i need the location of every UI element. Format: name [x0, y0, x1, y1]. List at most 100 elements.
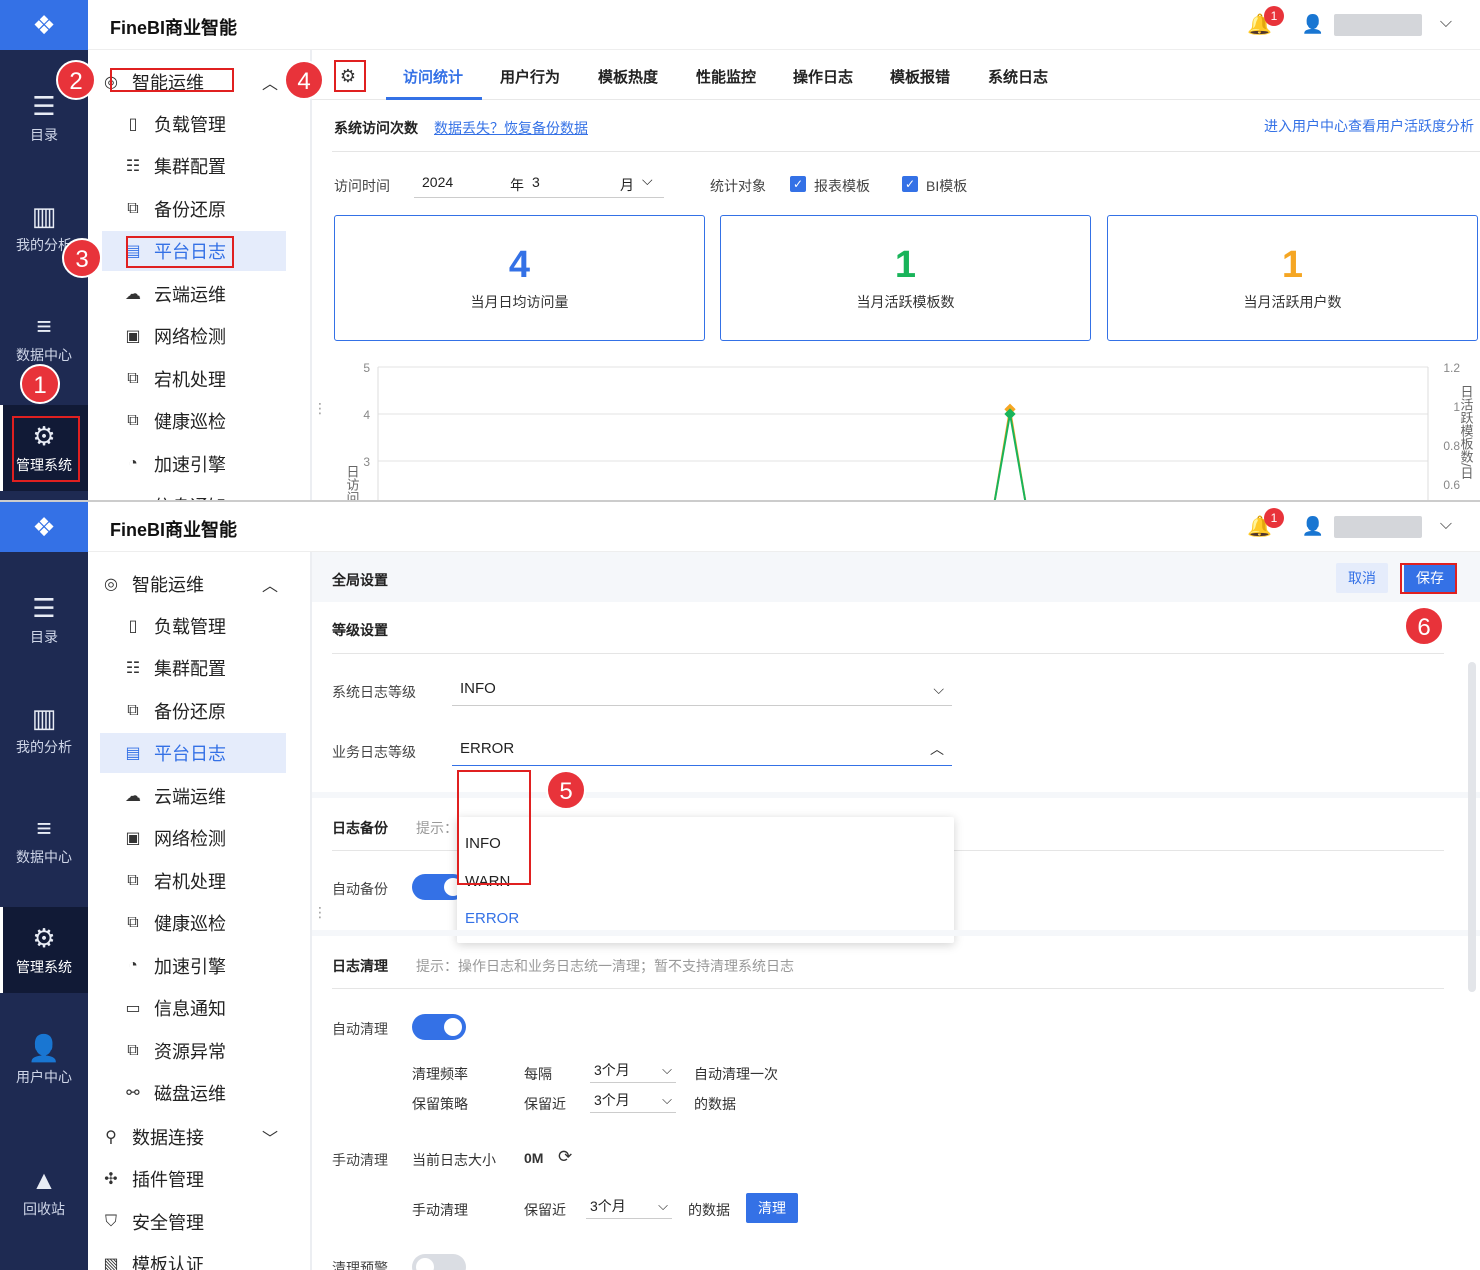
tab-operation-log[interactable]: 操作日志: [793, 66, 853, 87]
keep-select[interactable]: 3个月 ⌵: [590, 1087, 676, 1113]
year-value: 2024: [422, 174, 454, 190]
menu-label: 数据连接: [132, 1128, 204, 1148]
refresh-icon[interactable]: ⟳: [558, 1147, 572, 1167]
menu-label: 智能运维: [132, 73, 204, 93]
chevron-up-icon: ︿: [930, 741, 944, 757]
checkbox-bi[interactable]: ✓: [902, 176, 918, 192]
manual-keep-value: 3个月: [590, 1198, 626, 1214]
menu-item[interactable]: ▣ 网络检测: [122, 818, 286, 858]
menu-item[interactable]: ▭信息通知: [122, 988, 286, 1028]
menu-item[interactable]: ◔ 加速引擎: [122, 946, 286, 986]
keep-recent-label: 保留近: [524, 1096, 566, 1112]
menu-item[interactable]: ⧉ 备份还原: [122, 691, 286, 731]
menu-item[interactable]: ▯ 负载管理: [122, 104, 286, 144]
menu-item[interactable]: ⧉ 健康巡检: [122, 903, 286, 943]
save-button[interactable]: 保存: [1404, 563, 1456, 593]
menu-item[interactable]: ⧉ 宕机处理: [122, 359, 286, 399]
manual-keep-select[interactable]: 3个月 ⌵: [586, 1193, 672, 1219]
menu-item[interactable]: ▣ 网络检测: [122, 316, 286, 356]
tab-user-behavior[interactable]: 用户行为: [500, 66, 560, 87]
top-bar: FineBI商业智能 🔔 1 👤 ⌵: [88, 0, 1480, 50]
rail-item-label: 用户中心: [16, 1069, 72, 1085]
menu-item[interactable]: ⧉ 宕机处理: [122, 861, 286, 901]
cancel-button[interactable]: 取消: [1336, 563, 1388, 593]
tab-template-heat[interactable]: 模板热度: [598, 66, 658, 87]
menu-item[interactable]: ☷ 集群配置: [122, 146, 286, 186]
user-icon: 👤: [27, 1033, 61, 1063]
tab-performance[interactable]: 性能监控: [696, 66, 756, 87]
rail-item-admin[interactable]: ⚙ 管理系统: [0, 405, 88, 491]
menu-label: 平台日志: [154, 744, 226, 764]
stat-label: 当月活跃模板数: [856, 294, 955, 310]
manual-clean-label: 手动清理: [332, 1152, 388, 1168]
date-picker[interactable]: 2024 年 3 月 ⌵: [414, 166, 664, 198]
menu-item[interactable]: ☁ 云端运维: [122, 274, 286, 314]
clean-warning-toggle[interactable]: [412, 1254, 466, 1270]
menu-label: 负载管理: [154, 115, 226, 135]
step-marker: 6: [1404, 606, 1444, 646]
rail-item-user-center[interactable]: 👤 用户中心: [0, 1017, 88, 1103]
step-marker: 4: [284, 60, 324, 100]
menu-item[interactable]: ☷ 集群配置: [122, 648, 286, 688]
catalog-icon: ☰: [32, 593, 56, 623]
scrollbar[interactable]: [1468, 662, 1476, 992]
biz-level-select[interactable]: ERROR ︿: [452, 732, 952, 766]
menu-item-template-auth[interactable]: ▧ 模板认证: [100, 1244, 286, 1270]
restore-link[interactable]: 数据丢失？恢复备份数据: [434, 118, 588, 138]
series-line: [993, 409, 1027, 500]
user-icon[interactable]: 👤: [1302, 14, 1324, 35]
rail-item-admin[interactable]: ⚙ 管理系统: [0, 907, 88, 993]
menu-label: 云端运维: [154, 787, 226, 807]
clean-button[interactable]: 清理: [746, 1193, 798, 1223]
menu-group-ops[interactable]: ◎ 智能运维 ︿: [100, 564, 286, 604]
section-gap: [312, 792, 1480, 798]
settings-gear-icon[interactable]: ⚙: [334, 62, 362, 90]
freq-select[interactable]: 3个月 ⌵: [590, 1057, 676, 1083]
dropdown-option-info[interactable]: INFO: [465, 835, 501, 852]
tab-access-stats[interactable]: 访问统计: [403, 66, 463, 87]
rail-item-data-center[interactable]: ≡ 数据中心: [0, 797, 88, 883]
menu-item[interactable]: ▭信息通知: [122, 486, 286, 500]
backup-tip: 提示：: [416, 820, 458, 836]
app-logo-icon[interactable]: ❖: [0, 502, 88, 552]
backup-section-title: 日志备份: [332, 820, 388, 836]
database-icon: ≡: [36, 311, 52, 341]
chevron-down-icon[interactable]: ⌵: [1440, 516, 1452, 534]
menu-group-ops[interactable]: ◎ 智能运维 ︿: [100, 62, 286, 102]
menu-item-security[interactable]: ⛉ 安全管理: [100, 1202, 286, 1242]
network-icon: ▣: [125, 328, 141, 345]
menu-label: 加速引擎: [154, 455, 226, 475]
menu-item-platform-log[interactable]: ▤ 平台日志: [102, 231, 286, 271]
dropdown-option-warn[interactable]: WARN: [465, 873, 510, 890]
menu-item[interactable]: ◔ 加速引擎: [122, 444, 286, 484]
menu-item-plugins[interactable]: ✣ 插件管理: [100, 1159, 286, 1199]
clean-section-title: 日志清理: [332, 958, 388, 974]
menu-item[interactable]: ⧉ 资源异常: [122, 1031, 286, 1071]
backup-icon: ⧉: [127, 702, 139, 719]
menu-item[interactable]: ⚯ 磁盘运维: [122, 1073, 286, 1113]
tab-system-log[interactable]: 系统日志: [988, 66, 1048, 87]
username-blurred[interactable]: [1334, 14, 1422, 36]
dropdown-option-error[interactable]: ERROR: [465, 910, 519, 927]
sys-level-label: 系统日志等级: [332, 684, 416, 700]
cluster-icon: ☷: [125, 158, 141, 175]
rail-item-recycle[interactable]: ▲ 回收站: [0, 1142, 88, 1242]
auto-clean-toggle[interactable]: [412, 1014, 466, 1040]
menu-item[interactable]: ⧉ 健康巡检: [122, 401, 286, 441]
menu-item[interactable]: ⧉ 备份还原: [122, 189, 286, 229]
menu-item[interactable]: ▯ 负载管理: [122, 606, 286, 646]
menu-item[interactable]: ☁ 云端运维: [122, 776, 286, 816]
user-center-link[interactable]: 进入用户中心查看用户活跃度分析: [1264, 116, 1474, 136]
tab-template-error[interactable]: 模板报错: [890, 66, 950, 87]
user-icon[interactable]: 👤: [1302, 516, 1324, 537]
rail-item-analysis[interactable]: ▥ 我的分析: [0, 687, 88, 773]
step-marker: 5: [546, 770, 586, 810]
chevron-down-icon[interactable]: ⌵: [1440, 14, 1452, 32]
username-blurred[interactable]: [1334, 516, 1422, 538]
menu-group-data-connection[interactable]: ⚲ 数据连接 ﹀: [100, 1117, 286, 1157]
checkbox-report[interactable]: ✓: [790, 176, 806, 192]
menu-item-platform-log[interactable]: ▤ 平台日志: [100, 733, 286, 773]
sys-level-select[interactable]: INFO ⌵: [452, 672, 952, 706]
app-logo-icon[interactable]: ❖: [0, 0, 88, 50]
rail-item-catalog[interactable]: ☰ 目录: [0, 577, 88, 663]
